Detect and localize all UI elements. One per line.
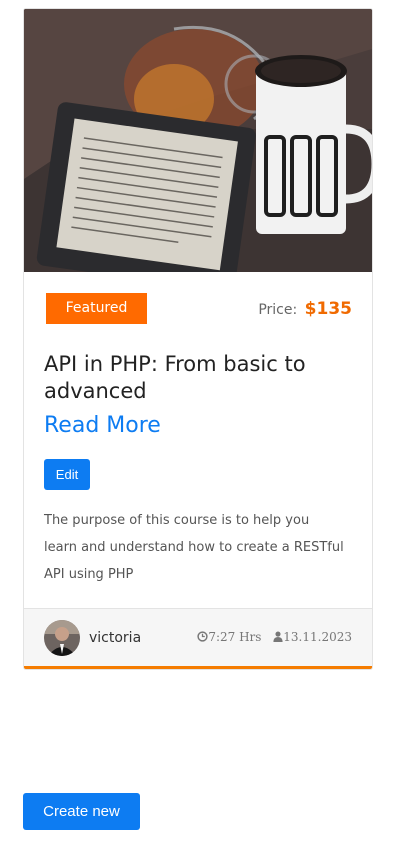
course-card: Featured Price: $135 API in PHP: From ba… — [23, 8, 373, 670]
price-label: Price: — [258, 302, 298, 318]
price-value: $135 — [304, 299, 352, 319]
clock-icon — [197, 631, 208, 642]
duration-value: 7:27 Hrs — [208, 630, 262, 644]
course-image — [24, 9, 372, 272]
author-name: victoria — [89, 630, 142, 646]
featured-badge: Featured — [46, 293, 147, 324]
course-title: API in PHP: From basic to advanced — [44, 352, 306, 403]
course-description: The purpose of this course is to help yo… — [44, 513, 344, 582]
course-meta: 7:27 Hrs 13.11.2023 — [189, 630, 352, 644]
read-more-link[interactable]: Read More — [44, 413, 161, 438]
date: 13.11.2023 — [273, 630, 352, 644]
edit-button[interactable]: Edit — [44, 459, 90, 490]
user-icon — [273, 631, 283, 642]
card-footer: victoria 7:27 Hrs 13.11.2023 — [24, 608, 372, 667]
date-value: 13.11.2023 — [283, 630, 352, 644]
price: Price: $135 — [258, 299, 352, 319]
avatar — [44, 620, 80, 656]
duration: 7:27 Hrs — [197, 630, 265, 644]
create-new-button[interactable]: Create new — [23, 793, 140, 830]
